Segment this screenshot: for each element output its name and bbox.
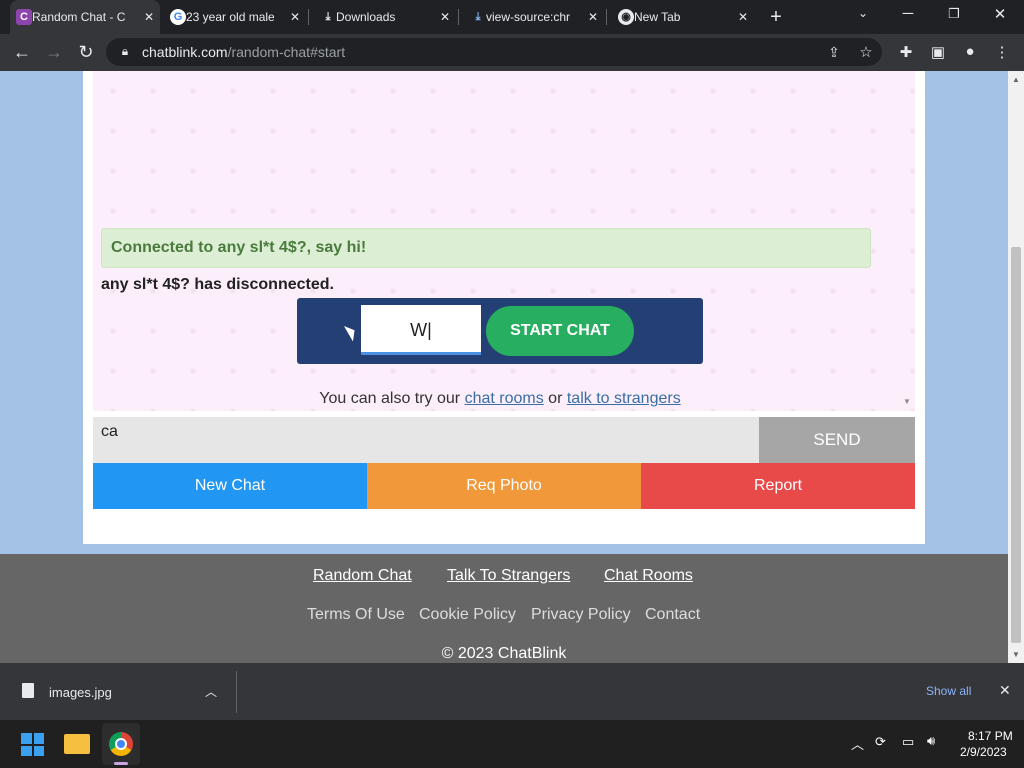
tab-view-source[interactable]: ⤓ view-source:chr ✕ (464, 0, 604, 34)
close-tab-icon[interactable]: ✕ (144, 10, 154, 24)
footer: Random Chat Talk To Strangers Chat Rooms… (0, 554, 1008, 663)
footer-contact-link[interactable]: Contact (645, 606, 700, 624)
close-tab-icon[interactable]: ✕ (440, 10, 450, 24)
tab-search-icon[interactable]: ⌄ (853, 6, 873, 20)
tab-random-chat[interactable]: C Random Chat - C ✕ (10, 0, 160, 34)
tab-downloads[interactable]: ⤓ Downloads ✕ (314, 0, 456, 34)
disconnected-message: any sl*t 4$? has disconnected. (101, 276, 334, 293)
chatblink-icon: C (16, 9, 32, 25)
footer-privacy-link[interactable]: Privacy Policy (531, 606, 631, 624)
restore-icon[interactable]: ❐ (944, 6, 964, 22)
network-icon[interactable]: ▭ (902, 734, 914, 750)
tab-google-search[interactable]: G 23 year old male ✕ (164, 0, 306, 34)
new-chat-button[interactable]: New Chat (93, 463, 367, 509)
chevron-up-icon[interactable]: ︿ (205, 683, 217, 700)
copyright: © 2023 ChatBlink (441, 645, 567, 662)
minimize-icon[interactable]: ─ (898, 5, 918, 22)
also-try-text: You can also try our chat rooms or talk … (319, 390, 681, 407)
close-download-bar-icon[interactable]: ✕ (999, 682, 1011, 699)
start-chat-button[interactable]: START CHAT (486, 306, 634, 356)
file-icon (22, 683, 34, 698)
req-photo-button[interactable]: Req Photo (367, 463, 641, 509)
clock-date[interactable]: 2/9/2023 (960, 745, 1007, 759)
connected-message: Connected to any sl*t 4$?, say hi! (101, 228, 871, 268)
share-icon[interactable]: ⇪ (824, 44, 844, 61)
back-icon[interactable]: ← (12, 42, 32, 63)
interests-input[interactable]: W| (361, 305, 481, 355)
extensions-icon[interactable]: ✚ (896, 43, 916, 61)
chrome-icon: ◉ (618, 9, 634, 25)
taskbar: ︿ ⟳ ▭ 🔊︎ 8:17 PM 2/9/2023 (0, 720, 1024, 768)
tray-chevron-icon[interactable]: ︿ (851, 734, 864, 753)
windows-start-icon[interactable] (21, 733, 44, 756)
report-button[interactable]: Report (641, 463, 915, 509)
scroll-down-icon[interactable]: ▼ (1012, 650, 1020, 659)
bookmark-star-icon[interactable]: ☆ (856, 43, 876, 61)
sync-icon[interactable]: ⟳ (875, 734, 886, 750)
footer-random-chat-link[interactable]: Random Chat (313, 567, 412, 585)
download-icon: ⤓ (325, 11, 331, 23)
page-content: Connected to any sl*t 4$?, say hi! any s… (0, 71, 1008, 663)
tab-strip: C Random Chat - C ✕ G 23 year old male ✕… (0, 0, 1024, 34)
google-icon: G (170, 9, 186, 25)
file-explorer-icon[interactable] (64, 734, 90, 754)
footer-terms-link[interactable]: Terms Of Use (307, 606, 405, 624)
clock-time[interactable]: 8:17 PM (968, 729, 1013, 743)
close-tab-icon[interactable]: ✕ (738, 10, 748, 24)
volume-icon[interactable]: 🔊︎ (927, 733, 935, 749)
lock-icon[interactable]: 🔒︎ (115, 44, 135, 59)
download-filename[interactable]: images.jpg (49, 685, 112, 700)
close-window-icon[interactable]: ✕ (990, 5, 1010, 23)
chrome-taskbar-icon[interactable] (109, 732, 133, 756)
scroll-up-icon[interactable]: ▲ (1012, 75, 1020, 84)
download-bar: images.jpg ︿ Show all ✕ (0, 663, 1024, 720)
download-icon: ⤓ (475, 11, 481, 23)
tab-new-tab[interactable]: ◉ New Tab ✕ (612, 0, 754, 34)
send-button[interactable]: SEND (759, 417, 915, 463)
url-text[interactable]: chatblink.com/random-chat#start (142, 44, 345, 60)
footer-talk-to-strangers-link[interactable]: Talk To Strangers (447, 567, 570, 585)
new-tab-icon[interactable]: + (766, 6, 786, 29)
close-tab-icon[interactable]: ✕ (588, 10, 598, 24)
menu-icon[interactable]: ⋮ (992, 43, 1012, 61)
scrollbar-thumb[interactable] (1011, 247, 1021, 643)
profile-icon[interactable]: ● (960, 43, 980, 60)
side-panel-icon[interactable]: ▣ (928, 43, 948, 61)
footer-cookie-link[interactable]: Cookie Policy (419, 606, 516, 624)
forward-icon[interactable]: → (44, 42, 64, 63)
close-tab-icon[interactable]: ✕ (290, 10, 300, 24)
talk-to-strangers-link[interactable]: talk to strangers (567, 390, 681, 407)
footer-chat-rooms-link[interactable]: Chat Rooms (604, 567, 693, 585)
chat-scroll-down-icon[interactable]: ▼ (903, 397, 911, 406)
reload-icon[interactable]: ↻ (76, 42, 96, 63)
show-all-button[interactable]: Show all (926, 684, 971, 698)
message-input[interactable]: ca (93, 417, 759, 463)
chat-rooms-link[interactable]: chat rooms (465, 390, 544, 407)
